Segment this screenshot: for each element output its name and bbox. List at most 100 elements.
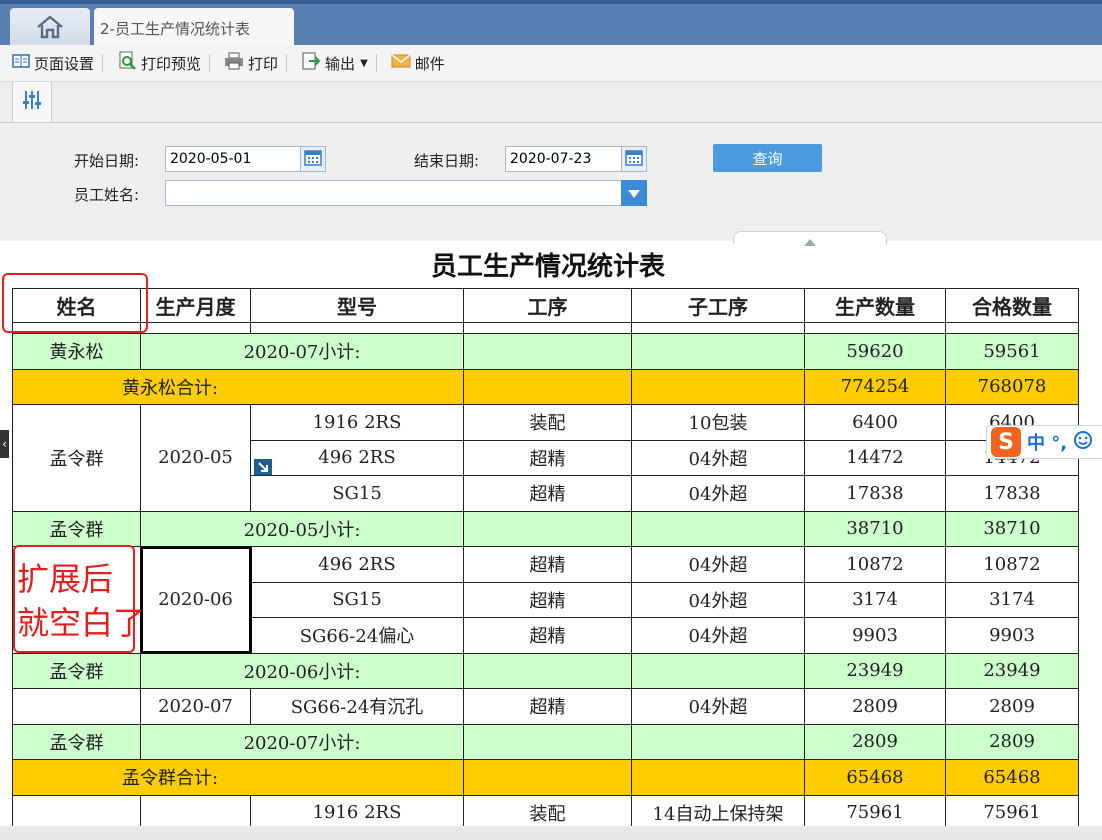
header-subprocess[interactable]: 子工序 (631, 288, 805, 323)
cell-process[interactable]: 超精 (463, 581, 632, 618)
employee-name-select[interactable] (165, 180, 623, 206)
cell-name[interactable]: 黄永松 (12, 333, 141, 370)
tab-report[interactable]: 2-员工生产情况统计表 (94, 8, 294, 49)
start-date-input[interactable] (165, 146, 302, 172)
header-quantity[interactable]: 生产数量 (804, 288, 946, 323)
cell-month[interactable]: 2020-07 (140, 688, 251, 725)
cell-subprocess[interactable] (631, 652, 805, 689)
cell-process[interactable]: 超精 (463, 546, 632, 583)
cell-qualified[interactable]: 10872 (945, 546, 1079, 583)
export-button[interactable]: 输出 ▼ (301, 51, 368, 75)
cell-subtotal-label[interactable]: 2020-07小计: (140, 333, 464, 370)
cell-quantity[interactable]: 59620 (804, 333, 946, 370)
cell-subprocess[interactable]: 04外超 (631, 688, 805, 725)
end-date-picker[interactable] (621, 146, 647, 172)
cell-quantity[interactable]: 65468 (804, 759, 946, 796)
cell-subtotal-label[interactable]: 2020-07小计: (140, 723, 464, 760)
cell-quantity[interactable]: 2809 (804, 723, 946, 760)
cell-name[interactable]: 孟令群 (12, 652, 141, 689)
cell-month-selected[interactable]: 2020-06 (139, 545, 252, 654)
cell-subprocess[interactable] (631, 723, 805, 760)
cell-qualified[interactable]: 23949 (945, 652, 1079, 689)
cell-quantity[interactable]: 23949 (804, 652, 946, 689)
cell-quantity[interactable]: 10872 (804, 546, 946, 583)
cell-name[interactable]: 孟令群 (12, 723, 141, 760)
filter-toggle-tab[interactable] (12, 82, 52, 122)
cell-process[interactable]: 超精 (463, 688, 632, 725)
cell-process[interactable] (463, 510, 632, 547)
cell-process[interactable] (463, 652, 632, 689)
cell-quantity[interactable]: 6400 (804, 404, 946, 441)
cell-quantity[interactable]: 38710 (804, 510, 946, 547)
cell-qualified[interactable]: 59561 (945, 333, 1079, 370)
cell-subprocess[interactable] (631, 510, 805, 547)
cell-subprocess[interactable]: 04外超 (631, 581, 805, 618)
home-tab[interactable] (10, 8, 90, 49)
end-date-input[interactable] (505, 146, 623, 172)
print-preview-button[interactable]: 打印预览 (117, 51, 201, 75)
cell-total-label[interactable]: 孟令群合计: (12, 759, 464, 796)
cell-month[interactable]: 2020-05 (140, 404, 251, 512)
header-month[interactable]: 生产月度 (140, 288, 251, 323)
cell-process[interactable] (463, 333, 632, 370)
cell-model[interactable]: 496 2RS (250, 439, 464, 476)
sogou-logo-icon: S (991, 427, 1021, 457)
header-process[interactable]: 工序 (463, 288, 632, 323)
cell-qualified[interactable]: 65468 (945, 759, 1079, 796)
cell-subtotal-label[interactable]: 2020-06小计: (140, 652, 464, 689)
cell-process[interactable]: 超精 (463, 439, 632, 476)
cell-subprocess[interactable] (631, 333, 805, 370)
cell-subprocess[interactable]: 04外超 (631, 617, 805, 654)
cell-quantity[interactable]: 17838 (804, 475, 946, 512)
cell-qualified[interactable]: 2809 (945, 723, 1079, 760)
cell-process[interactable] (463, 368, 632, 405)
cell-subprocess[interactable]: 10包装 (631, 404, 805, 441)
cell-process[interactable]: 超精 (463, 475, 632, 512)
cell-quantity[interactable]: 2809 (804, 688, 946, 725)
cell-model[interactable]: SG66-24有沉孔 (250, 688, 464, 725)
cell-subprocess[interactable] (631, 368, 805, 405)
mail-button[interactable]: 邮件 (391, 53, 445, 74)
query-button[interactable]: 查询 (713, 144, 822, 172)
cell-process[interactable] (463, 759, 632, 796)
cell-model[interactable]: SG15 (250, 581, 464, 618)
cell-total-label[interactable]: 黄永松合计: (12, 368, 464, 405)
cell-process[interactable]: 超精 (463, 617, 632, 654)
cell-process[interactable]: 装配 (463, 404, 632, 441)
cell-subprocess[interactable] (631, 759, 805, 796)
cell-model[interactable]: SG66-24偏心 (250, 617, 464, 654)
cell-process[interactable] (463, 723, 632, 760)
ime-toolbar[interactable]: S 中 °, (986, 425, 1102, 459)
cell-quantity[interactable]: 3174 (804, 581, 946, 618)
cell-name[interactable]: 孟令群 (12, 404, 141, 512)
cell-subprocess[interactable]: 04外超 (631, 439, 805, 476)
page-setup-button[interactable]: 页面设置 (12, 53, 94, 74)
collapse-panel-handle[interactable] (733, 231, 887, 246)
expand-arrow-icon[interactable] (254, 459, 272, 475)
side-panel-toggle[interactable]: ‹ (0, 430, 9, 458)
cell-qualified[interactable]: 9903 (945, 617, 1079, 654)
cell-model[interactable]: 1916 2RS (250, 404, 464, 441)
start-date-picker[interactable] (300, 146, 326, 172)
horizontal-scrollbar[interactable] (0, 826, 1102, 840)
cell-qualified[interactable]: 768078 (945, 368, 1079, 405)
cell-model[interactable]: 496 2RS (250, 546, 464, 583)
cell-name[interactable]: 孟令群 (12, 510, 141, 547)
cell-subtotal-label[interactable]: 2020-05小计: (140, 510, 464, 547)
cell-model[interactable]: SG15 (250, 475, 464, 512)
cell-quantity[interactable]: 14472 (804, 439, 946, 476)
cell-subprocess[interactable]: 04外超 (631, 546, 805, 583)
cell-qualified[interactable]: 17838 (945, 475, 1079, 512)
cell-qualified[interactable]: 3174 (945, 581, 1079, 618)
employee-dropdown-button[interactable] (621, 180, 647, 206)
header-model[interactable]: 型号 (250, 288, 464, 323)
cell-subprocess[interactable]: 04外超 (631, 475, 805, 512)
smile-icon (1073, 430, 1093, 454)
cell-quantity[interactable]: 9903 (804, 617, 946, 654)
cell-qualified[interactable]: 2809 (945, 688, 1079, 725)
header-qualified[interactable]: 合格数量 (945, 288, 1079, 323)
cell-quantity[interactable]: 774254 (804, 368, 946, 405)
print-button[interactable]: 打印 (224, 52, 278, 74)
cell-name-empty[interactable] (12, 688, 141, 725)
cell-qualified[interactable]: 38710 (945, 510, 1079, 547)
